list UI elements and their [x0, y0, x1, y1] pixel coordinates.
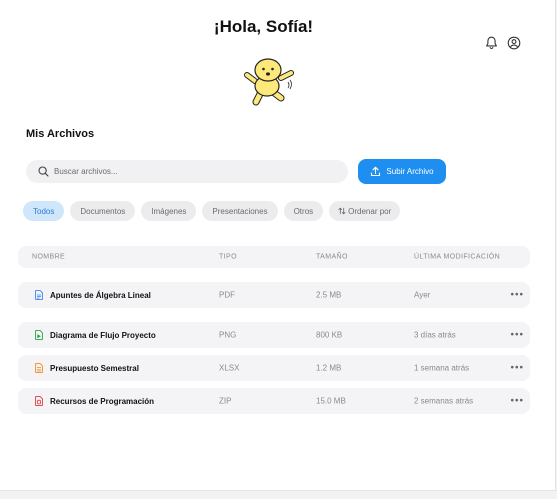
- file-type: PNG: [219, 330, 237, 340]
- file-name: Presupuesto Semestral: [50, 363, 139, 373]
- file-modified: 1 semana atrás: [414, 363, 470, 373]
- file-name: Apuntes de Álgebra Lineal: [50, 290, 151, 300]
- more-options-button[interactable]: •••: [510, 396, 524, 407]
- column-header-type[interactable]: TIPO: [219, 254, 237, 261]
- filter-chip-documentos[interactable]: Documentos: [70, 201, 136, 221]
- more-options-button[interactable]: •••: [510, 363, 524, 374]
- table-row[interactable]: Diagrama de Flujo Proyecto PNG 800 KB 3 …: [18, 322, 530, 348]
- file-size: 2.5 MB: [316, 290, 342, 300]
- file-modified: Ayer: [414, 290, 431, 300]
- table-header: NOMBRE TIPO TAMAÑO ÚLTIMA MODIFICACIÓN: [18, 246, 530, 268]
- file-name-cell: Recursos de Programación: [35, 396, 154, 406]
- spreadsheet-icon: [35, 363, 43, 373]
- archive-icon: [35, 396, 43, 406]
- more-options-button[interactable]: •••: [510, 290, 524, 301]
- table-row[interactable]: Apuntes de Álgebra Lineal PDF 2.5 MB Aye…: [18, 282, 530, 308]
- sort-label: Ordenar por: [348, 206, 392, 216]
- more-options-button[interactable]: •••: [510, 330, 524, 341]
- sort-button[interactable]: Ordenar por: [329, 201, 401, 221]
- file-size: 15.0 MB: [316, 396, 346, 406]
- file-type: XLSX: [219, 363, 240, 373]
- upload-button-label: Subir Archivo: [386, 167, 434, 176]
- section-title: Mis Archivos: [26, 128, 95, 140]
- file-name: Diagrama de Flujo Proyecto: [50, 330, 156, 340]
- column-header-size[interactable]: TAMAÑO: [316, 254, 348, 261]
- file-type: ZIP: [219, 396, 232, 406]
- search-bar[interactable]: [26, 160, 348, 183]
- file-size: 1.2 MB: [316, 363, 342, 373]
- upload-file-button[interactable]: Subir Archivo: [358, 159, 446, 184]
- upload-icon: [370, 166, 381, 177]
- column-header-modified[interactable]: ÚLTIMA MODIFICACIÓN: [414, 254, 500, 261]
- document-icon: [35, 290, 43, 300]
- file-name-cell: Diagrama de Flujo Proyecto: [35, 330, 156, 340]
- filter-chips: Todos Documentos Imágenes Presentaciones…: [23, 201, 401, 221]
- column-header-name[interactable]: NOMBRE: [32, 254, 65, 261]
- image-file-icon: [35, 330, 43, 340]
- file-type: PDF: [219, 290, 235, 300]
- user-icon[interactable]: [506, 35, 522, 51]
- app-window: ¡Hola, Sofía! Mis Archivos Subir Archi: [0, 0, 556, 491]
- search-icon: [37, 166, 49, 178]
- sort-icon: [338, 207, 346, 215]
- file-name-cell: Presupuesto Semestral: [35, 363, 139, 373]
- filter-chip-otros[interactable]: Otros: [283, 201, 324, 221]
- search-input[interactable]: [54, 167, 334, 176]
- filter-chip-todos[interactable]: Todos: [23, 201, 65, 221]
- mascot-illustration: [244, 58, 294, 106]
- greeting-title: ¡Hola, Sofía!: [213, 17, 314, 36]
- filter-chip-presentaciones[interactable]: Presentaciones: [202, 201, 278, 221]
- file-size: 800 KB: [316, 330, 343, 340]
- file-modified: 2 semanas atrás: [414, 396, 474, 406]
- file-name-cell: Apuntes de Álgebra Lineal: [35, 290, 151, 300]
- file-modified: 3 días atrás: [414, 330, 456, 340]
- file-name: Recursos de Programación: [50, 396, 155, 406]
- table-row[interactable]: Presupuesto Semestral XLSX 1.2 MB 1 sema…: [18, 355, 530, 381]
- filter-chip-imagenes[interactable]: Imágenes: [141, 201, 197, 221]
- table-row[interactable]: Recursos de Programación ZIP 15.0 MB 2 s…: [18, 388, 530, 414]
- bell-icon[interactable]: [483, 35, 499, 51]
